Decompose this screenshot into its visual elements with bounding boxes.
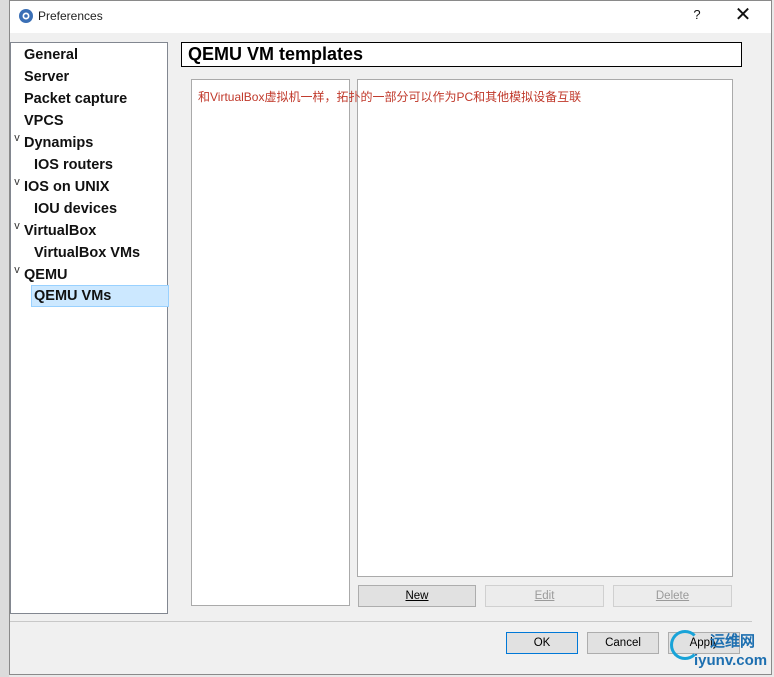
new-button-label: New xyxy=(405,590,429,602)
tree-item-label: Server xyxy=(24,69,70,85)
tree-item-label: IOU devices xyxy=(34,201,118,217)
edit-button-label: Edit xyxy=(534,590,555,602)
tree-item-label: QEMU xyxy=(24,267,68,283)
expand-arrow-icon[interactable]: v xyxy=(11,176,23,198)
tree-item-label: IOS on UNIX xyxy=(24,179,110,195)
qemu-vm-list[interactable] xyxy=(191,79,350,606)
tree-item-qemu[interactable]: QEMU xyxy=(24,264,68,286)
gns3-app-icon xyxy=(19,9,33,23)
expand-arrow-icon[interactable]: v xyxy=(11,220,23,242)
tree-item-label: VirtualBox xyxy=(24,223,97,239)
tree-item-qemu-vms[interactable]: QEMU VMs xyxy=(31,285,169,307)
tree-item-virtualbox[interactable]: VirtualBox xyxy=(24,220,96,242)
tree-item-vpcs[interactable]: VPCS xyxy=(24,110,64,132)
tree-item-server[interactable]: Server xyxy=(24,66,69,88)
footer-divider xyxy=(10,621,752,622)
background-app-edge xyxy=(0,0,9,677)
page-title: QEMU VM templates xyxy=(181,42,742,67)
tree-item-ios-routers[interactable]: IOS routers xyxy=(34,154,113,176)
tree-item-virtualbox-vms[interactable]: VirtualBox VMs xyxy=(34,242,140,264)
annotation-note: 和VirtualBox虚拟机一样，拓扑的一部分可以作为PC和其他模拟设备互联 xyxy=(198,90,582,104)
tree-item-label: Packet capture xyxy=(24,91,128,107)
ok-button[interactable]: OK xyxy=(506,632,578,654)
tree-item-label: QEMU VMs xyxy=(34,288,112,304)
tree-item-label: General xyxy=(24,47,78,63)
watermark-bottom-text: iyunv.com xyxy=(694,652,768,669)
preferences-tree: General Server Packet capture VPCS v Dyn… xyxy=(10,42,169,614)
window-title: Preferences xyxy=(38,9,103,23)
watermark-top-text: 运维网 xyxy=(710,633,756,650)
tree-item-general[interactable]: General xyxy=(24,44,78,66)
tree-item-label: IOS routers xyxy=(34,157,113,173)
tree-item-iou-devices[interactable]: IOU devices xyxy=(34,198,117,220)
edit-button[interactable]: Edit xyxy=(485,585,604,607)
delete-button-label: Delete xyxy=(655,590,690,602)
delete-button[interactable]: Delete xyxy=(613,585,732,607)
tree-item-label: VPCS xyxy=(24,113,64,129)
qemu-vm-details xyxy=(357,79,733,577)
expand-arrow-icon[interactable]: v xyxy=(11,132,23,154)
expand-arrow-icon[interactable]: v xyxy=(11,264,23,286)
tree-item-packet-capture[interactable]: Packet capture xyxy=(24,88,127,110)
tree-item-ios-on-unix[interactable]: IOS on UNIX xyxy=(24,176,109,198)
title-bar: Preferences ? ✕ xyxy=(10,1,771,33)
tree-item-dynamips[interactable]: Dynamips xyxy=(24,132,93,154)
close-button[interactable]: ✕ xyxy=(721,1,765,31)
tree-item-label: VirtualBox VMs xyxy=(34,245,141,261)
help-button[interactable]: ? xyxy=(675,1,719,31)
tree-item-label: Dynamips xyxy=(24,135,94,151)
new-button[interactable]: New xyxy=(358,585,476,607)
cancel-button[interactable]: Cancel xyxy=(587,632,659,654)
watermark-logo: 运维网 iyunv.com xyxy=(670,628,770,674)
